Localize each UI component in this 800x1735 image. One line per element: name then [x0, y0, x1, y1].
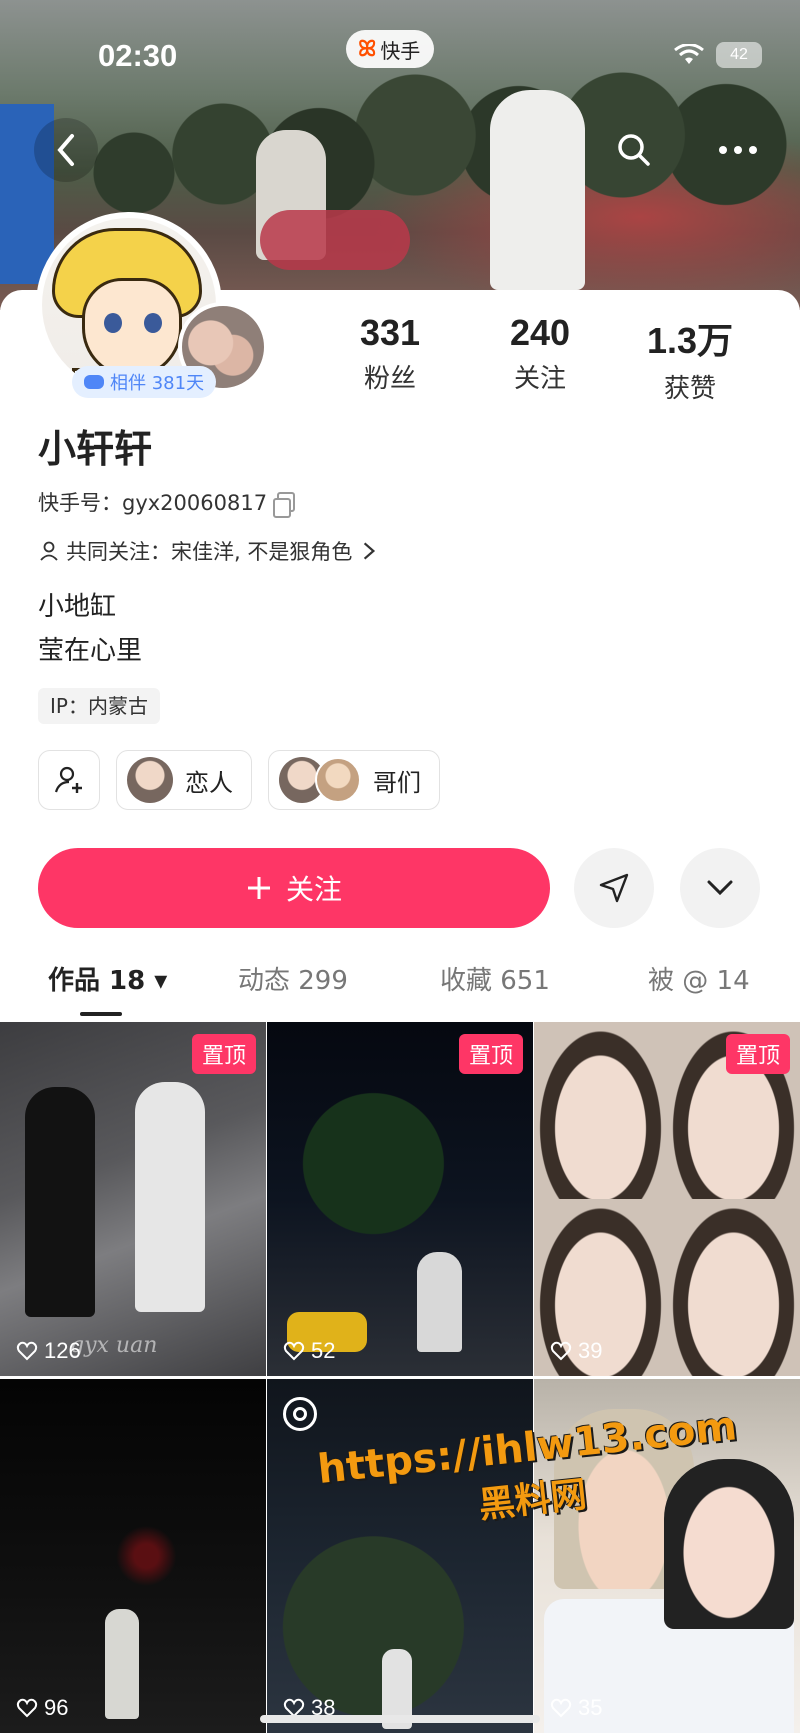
share-button[interactable]: [574, 848, 654, 928]
relation-label: 哥们: [373, 768, 421, 797]
companion-badge-label: 相伴 381天: [110, 373, 205, 394]
back-button[interactable]: [34, 118, 98, 182]
video-tile[interactable]: 置顶 126 gyx uan: [0, 1022, 266, 1376]
profile-stats: 331 粉丝 240 关注 1.3万 获赞: [320, 312, 760, 405]
tab-works[interactable]: 作品 18 ▾: [48, 960, 167, 997]
status-indicators: 42: [674, 42, 762, 68]
relation-avatar: [315, 757, 361, 803]
pinned-badge: 置顶: [458, 1034, 523, 1074]
wifi-icon: [674, 44, 704, 64]
more-icon: [719, 146, 757, 154]
like-count-value: 39: [578, 1338, 603, 1363]
mutual-follow[interactable]: 共同关注：宋佳洋, 不是狠角色: [38, 536, 380, 566]
chevron-down-icon: [707, 880, 733, 896]
relation-lover[interactable]: 恋人: [116, 750, 252, 810]
account-id: 快手号：gyx20060817: [38, 487, 296, 518]
app-name: 快手: [380, 38, 421, 63]
like-count: 39: [550, 1338, 602, 1364]
home-indicator[interactable]: [260, 1715, 540, 1723]
app-badge[interactable]: ꕤ 快手: [346, 30, 435, 68]
live-photo-icon: [283, 1397, 317, 1431]
like-count: 52: [283, 1338, 335, 1364]
like-count-value: 96: [44, 1695, 69, 1720]
chevron-right-icon: [364, 542, 376, 560]
stat-value: 331: [359, 312, 421, 353]
heart-icon: [550, 1341, 572, 1361]
heart-icon: [16, 1698, 38, 1718]
relation-buddies[interactable]: 哥们: [268, 750, 440, 810]
pinned-badge: 置顶: [191, 1034, 256, 1074]
follow-button[interactable]: 关注: [38, 848, 550, 928]
stat-value: 240: [509, 312, 571, 353]
banner-motorcycle: [260, 210, 410, 270]
user-icon: [40, 541, 58, 561]
copy-icon[interactable]: [273, 492, 296, 518]
stat-label: 获赞: [663, 374, 716, 404]
profile-bio: 小地缸 莹在心里: [38, 585, 142, 673]
relation-avatar: [127, 757, 173, 803]
tab-moments[interactable]: 动态 299: [238, 960, 348, 997]
account-id-text: 快手号：gyx20060817: [38, 491, 268, 515]
video-overlay-text: gyx uan: [70, 1333, 158, 1358]
bio-line: 莹在心里: [38, 636, 143, 666]
relation-list: 恋人 哥们: [38, 750, 440, 810]
search-button[interactable]: [602, 118, 666, 182]
video-tile[interactable]: 96: [0, 1379, 266, 1733]
tab-mentioned[interactable]: 被 @ 14: [648, 960, 750, 997]
stat-following[interactable]: 240 关注: [470, 312, 610, 405]
content-tabs: 作品 18 ▾ 动态 299 收藏 651 被 @ 14: [0, 960, 800, 1020]
kuaishou-logo-icon: ꕤ: [358, 36, 377, 62]
tab-active-indicator: [80, 1012, 122, 1016]
heart-icon: [550, 1698, 572, 1718]
more-button[interactable]: [706, 118, 770, 182]
stat-followers[interactable]: 331 粉丝: [320, 312, 460, 405]
stat-label: 关注: [513, 364, 566, 394]
search-icon: [618, 134, 650, 166]
relation-label: 恋人: [185, 768, 233, 797]
send-icon: [599, 873, 629, 903]
stat-likes[interactable]: 1.3万 获赞: [620, 312, 760, 405]
heart-icon: [16, 1341, 38, 1361]
chevron-left-icon: [57, 134, 74, 166]
like-count: 96: [16, 1695, 68, 1721]
gamepad-icon: [84, 375, 104, 389]
status-time: 02:30: [98, 38, 178, 73]
follow-button-label: 关注: [285, 873, 342, 906]
ip-location-tag: IP：内蒙古: [38, 688, 160, 724]
add-relation-button[interactable]: [38, 750, 100, 810]
profile-name: 小轩轩: [38, 427, 153, 471]
mutual-follow-text: 共同关注：宋佳洋, 不是狠角色: [66, 540, 353, 564]
like-count-value: 52: [311, 1338, 336, 1363]
expand-button[interactable]: [680, 848, 760, 928]
plus-icon: [247, 877, 270, 899]
battery-icon: 42: [716, 42, 762, 68]
companion-badge[interactable]: 相伴 381天: [72, 366, 217, 398]
bio-line: 小地缸: [38, 592, 117, 622]
like-count: 35: [550, 1695, 602, 1721]
banner-person: [490, 90, 585, 290]
stat-label: 粉丝: [363, 364, 416, 394]
tab-favorites[interactable]: 收藏 651: [440, 960, 550, 997]
add-user-icon: [54, 766, 82, 793]
video-grid: 置顶 126 gyx uan 置顶 52 置顶 39 96 38 35: [0, 1022, 800, 1733]
video-tile[interactable]: 置顶 52: [267, 1022, 533, 1376]
video-tile[interactable]: 置顶 39: [534, 1022, 800, 1376]
like-count-value: 35: [578, 1695, 603, 1720]
heart-icon: [283, 1341, 305, 1361]
stat-value: 1.3万: [646, 320, 734, 361]
pinned-badge: 置顶: [725, 1034, 790, 1074]
